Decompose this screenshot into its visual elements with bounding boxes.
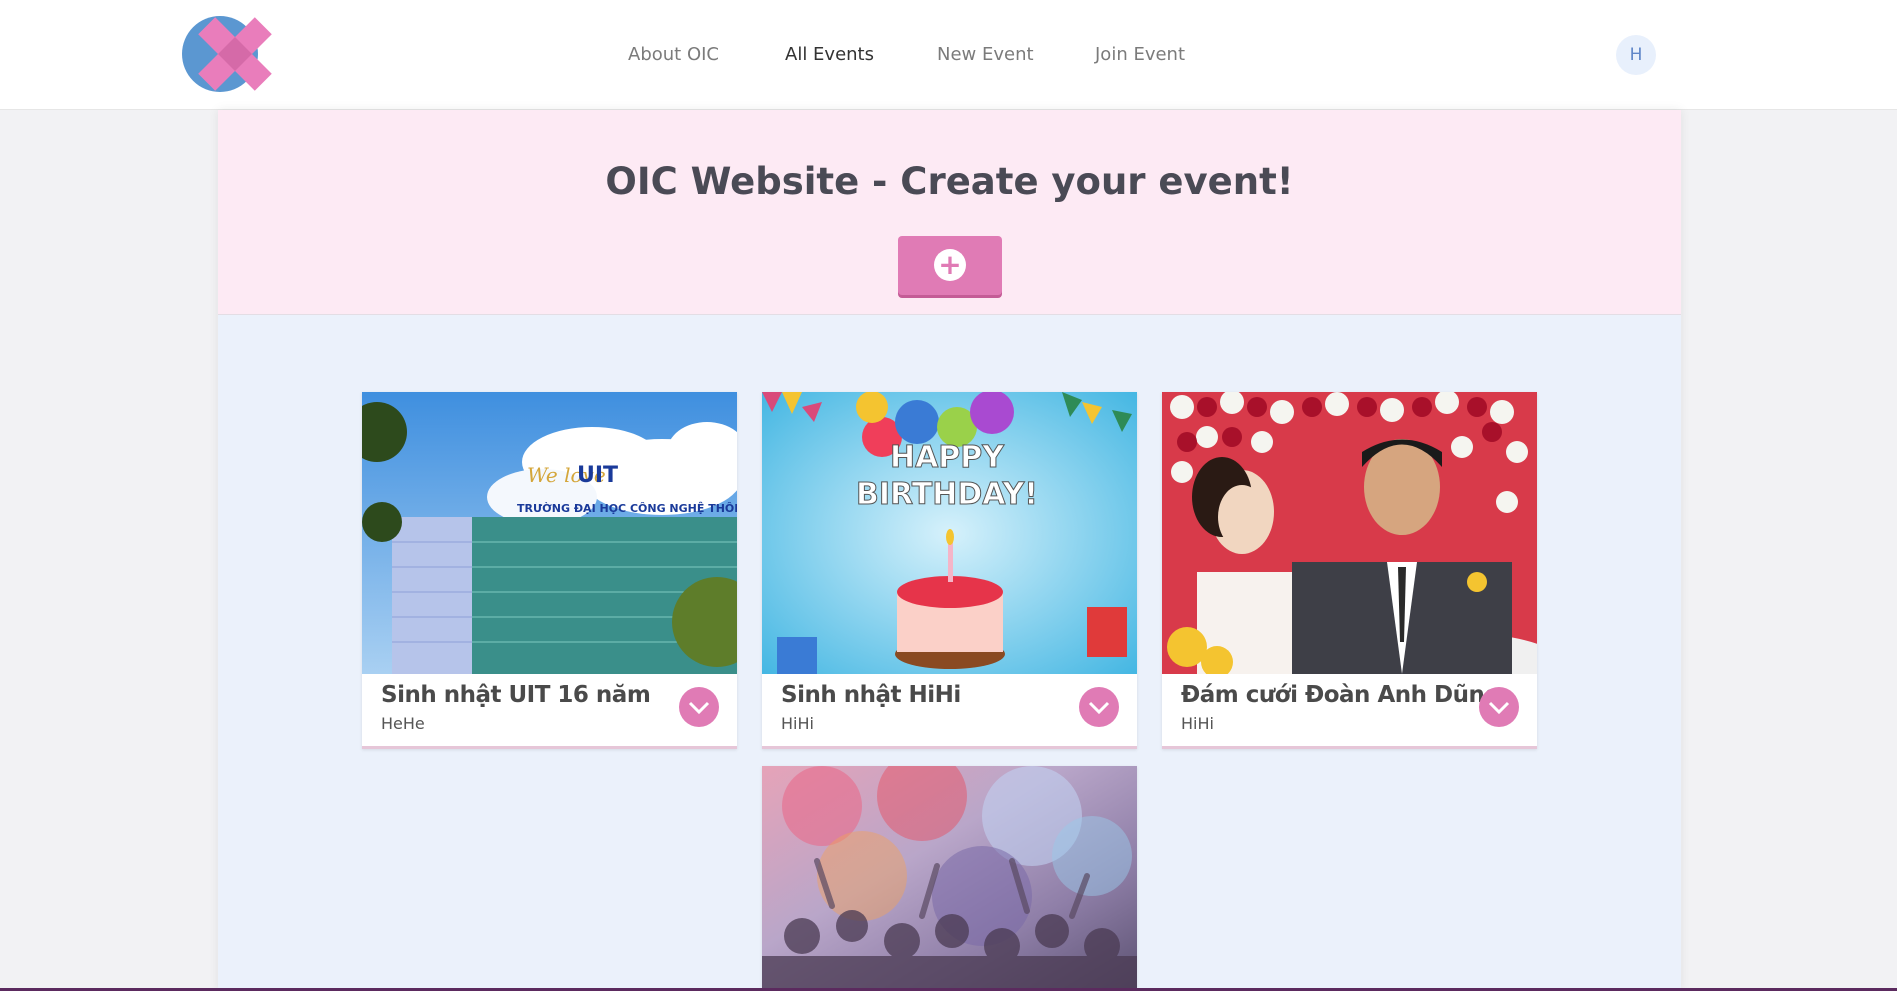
svg-text:HAPPY: HAPPY [890,440,1005,475]
user-avatar[interactable]: H [1616,35,1656,75]
svg-text:BIRTHDAY!: BIRTHDAY! [856,477,1038,512]
event-subtitle: HiHi [781,714,814,733]
event-title: Sinh nhật HiHi [781,682,961,708]
event-subtitle: HeHe [381,714,425,733]
chevron-down-icon[interactable] [1079,687,1119,727]
svg-text:UIT: UIT [577,463,618,488]
event-info: Sinh nhật UIT 16 năm HeHe [362,674,737,746]
main-nav: About OIC All Events New Event Join Even… [0,40,1897,70]
event-title: Đám cưới Đoàn Anh Dũng [1181,682,1501,708]
nav-about-oic[interactable]: About OIC [628,40,719,70]
event-image-color-festival [762,766,1137,991]
hero-banner: OIC Website - Create your event! + [218,110,1681,315]
nav-join-event[interactable]: Join Event [1095,40,1185,70]
event-card[interactable] [762,766,1137,991]
event-card[interactable]: Đám cưới Đoàn Anh Dũng HiHi [1162,392,1537,749]
event-image-uit-building: We love UIT TRƯỜNG ĐẠI HỌC CÔNG NGHỆ THÔ… [362,392,737,674]
add-event-button[interactable]: + [898,236,1002,295]
event-subtitle: HiHi [1181,714,1214,733]
svg-text:TRƯỜNG ĐẠI HỌC CÔNG NGHỆ THÔNG: TRƯỜNG ĐẠI HỌC CÔNG NGHỆ THÔNG TIN [517,502,737,515]
nav-all-events[interactable]: All Events [785,40,874,70]
event-info: Đám cưới Đoàn Anh Dũng HiHi [1162,674,1537,746]
top-navbar: About OIC All Events New Event Join Even… [0,0,1897,110]
chevron-down-icon[interactable] [679,687,719,727]
event-info: Sinh nhật HiHi HiHi [762,674,1137,746]
event-image-happy-birthday: HAPPY BIRTHDAY! [762,392,1137,674]
event-card[interactable]: HAPPY BIRTHDAY! Sinh nhật HiHi HiHi [762,392,1137,749]
chevron-down-icon[interactable] [1479,687,1519,727]
page-title: OIC Website - Create your event! [605,160,1294,203]
event-card[interactable]: We love UIT TRƯỜNG ĐẠI HỌC CÔNG NGHỆ THÔ… [362,392,737,749]
event-image-wedding [1162,392,1537,674]
event-title: Sinh nhật UIT 16 năm [381,682,651,708]
nav-new-event[interactable]: New Event [937,40,1034,70]
main-content: OIC Website - Create your event! + We lo… [218,110,1681,991]
plus-icon: + [934,249,966,281]
